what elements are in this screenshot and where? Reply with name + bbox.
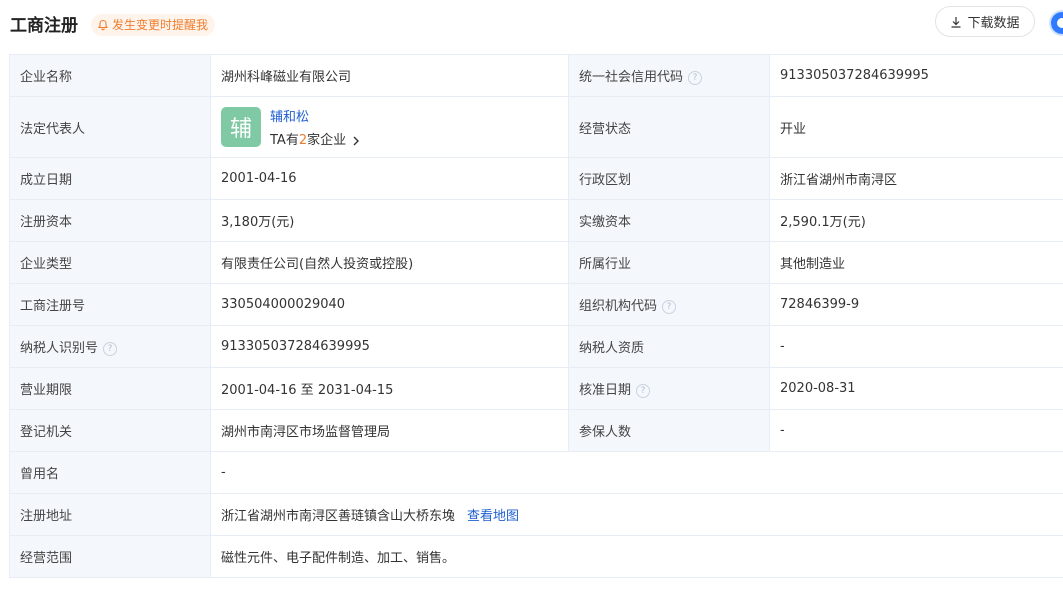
table-row: 经营范围 磁性元件、电子配件制造、加工、销售。: [9, 535, 1063, 578]
view-map-link[interactable]: 查看地图: [467, 509, 519, 524]
reg-no-value: 330504000029040: [210, 283, 569, 326]
address-value: 浙江省湖州市南浔区善琏镇含山大桥东堍 查看地图: [210, 493, 1063, 536]
download-data-label: 下载数据: [967, 16, 1020, 31]
registration-info-table: 企业名称 湖州科峰磁业有限公司 统一社会信用代码? 91330503728463…: [9, 54, 1063, 578]
related-count: 2: [298, 133, 308, 148]
reg-capital-label: 注册资本: [9, 199, 211, 242]
table-row: 曾用名 -: [9, 451, 1063, 494]
address-label: 注册地址: [9, 493, 211, 536]
term-value: 2001-04-16 至 2031-04-15: [210, 367, 569, 410]
founded-label: 成立日期: [9, 157, 211, 200]
help-icon[interactable]: ?: [103, 341, 118, 356]
bell-icon: [97, 19, 109, 31]
scope-label: 经营范围: [9, 535, 211, 578]
paid-capital-label: 实缴资本: [568, 199, 770, 242]
former-name-label: 曾用名: [9, 451, 211, 494]
table-row: 注册地址 浙江省湖州市南浔区善琏镇含山大桥东堍 查看地图: [9, 493, 1063, 536]
company-name-value: 湖州科峰磁业有限公司: [210, 54, 569, 97]
credit-code-value: 913305037284639995: [769, 54, 1063, 97]
change-remind-label: 发生变更时提醒我: [112, 18, 209, 32]
insured-value: -: [769, 409, 1063, 452]
org-code-label: 组织机构代码?: [568, 283, 770, 326]
company-type-label: 企业类型: [9, 241, 211, 284]
former-name-value: -: [210, 451, 1063, 494]
change-remind-button[interactable]: 发生变更时提醒我: [91, 14, 216, 36]
section-header: 工商注册 发生变更时提醒我 下载数据: [0, 0, 1063, 50]
taxpayer-qual-value: -: [769, 325, 1063, 368]
download-data-button[interactable]: 下载数据: [935, 6, 1035, 37]
table-row: 企业名称 湖州科峰磁业有限公司 统一社会信用代码? 91330503728463…: [9, 54, 1063, 97]
status-value: 开业: [769, 96, 1063, 158]
approve-date-value: 2020-08-31: [769, 367, 1063, 410]
paid-capital-value: 2,590.1万(元): [769, 199, 1063, 242]
scope-value: 磁性元件、电子配件制造、加工、销售。: [210, 535, 1063, 578]
taxpayer-id-label: 纳税人识别号?: [9, 325, 211, 368]
section-title: 工商注册: [10, 16, 78, 36]
authority-value: 湖州市南浔区市场监督管理局: [210, 409, 569, 452]
help-icon[interactable]: ?: [688, 70, 703, 85]
credit-code-label: 统一社会信用代码?: [568, 54, 770, 97]
founded-value: 2001-04-16: [210, 157, 569, 200]
table-row: 成立日期 2001-04-16 行政区划 浙江省湖州市南浔区: [9, 157, 1063, 200]
reg-capital-value: 3,180万(元): [210, 199, 569, 242]
help-icon[interactable]: ?: [636, 383, 651, 398]
related-companies-link[interactable]: TA有2家企业: [270, 133, 360, 148]
help-icon[interactable]: ?: [662, 299, 677, 314]
taxpayer-qual-label: 纳税人资质: [568, 325, 770, 368]
chevron-right-icon: [353, 136, 360, 145]
company-name-label: 企业名称: [9, 54, 211, 97]
industry-label: 所属行业: [568, 241, 770, 284]
table-row: 注册资本 3,180万(元) 实缴资本 2,590.1万(元): [9, 199, 1063, 242]
company-type-value: 有限责任公司(自然人投资或控股): [210, 241, 569, 284]
table-row: 登记机关 湖州市南浔区市场监督管理局 参保人数 -: [9, 409, 1063, 452]
insured-label: 参保人数: [568, 409, 770, 452]
status-label: 经营状态: [568, 96, 770, 158]
region-label: 行政区划: [568, 157, 770, 200]
reg-no-label: 工商注册号: [9, 283, 211, 326]
avatar[interactable]: 辅: [221, 107, 261, 147]
legal-rep-value: 辅 辅和松 TA有2家企业: [210, 96, 569, 158]
table-row: 企业类型 有限责任公司(自然人投资或控股) 所属行业 其他制造业: [9, 241, 1063, 284]
side-app-icon[interactable]: [1051, 12, 1063, 34]
approve-date-label: 核准日期?: [568, 367, 770, 410]
table-row: 工商注册号 330504000029040 组织机构代码? 72846399-9: [9, 283, 1063, 326]
industry-value: 其他制造业: [769, 241, 1063, 284]
table-row: 纳税人识别号? 91330503728463999​5 纳税人资质 -: [9, 325, 1063, 368]
table-row: 法定代表人 辅 辅和松 TA有2家企业 经营状态 开业: [9, 96, 1063, 158]
download-icon: [951, 16, 961, 28]
legal-rep-label: 法定代表人: [9, 96, 211, 158]
table-row: 营业期限 2001-04-16 至 2031-04-15 核准日期? 2020-…: [9, 367, 1063, 410]
authority-label: 登记机关: [9, 409, 211, 452]
org-code-value: 72846399-9: [769, 283, 1063, 326]
taxpayer-id-value: 91330503728463999​5: [210, 325, 569, 368]
term-label: 营业期限: [9, 367, 211, 410]
legal-rep-name-link[interactable]: 辅和松: [270, 106, 360, 125]
region-value: 浙江省湖州市南浔区: [769, 157, 1063, 200]
